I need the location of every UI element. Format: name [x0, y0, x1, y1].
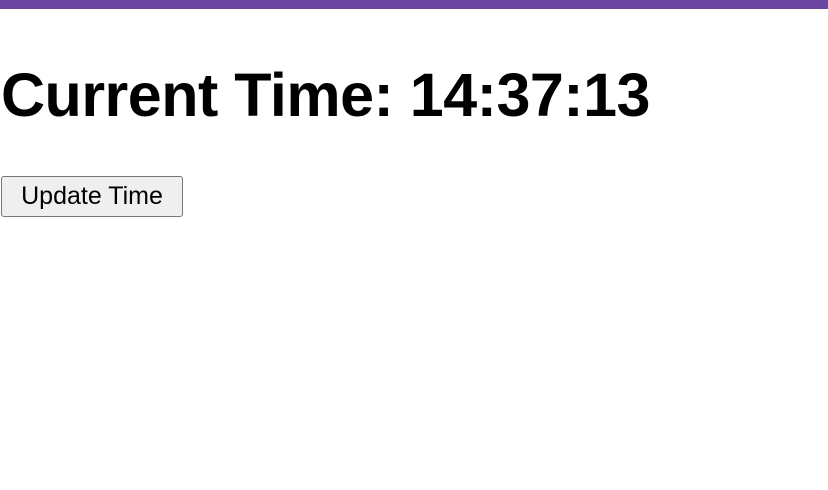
- current-time-value: 14:37:13: [409, 61, 651, 129]
- current-time-label: Current Time:: [1, 61, 394, 129]
- update-time-button[interactable]: Update Time: [1, 176, 183, 217]
- accent-top-bar: [0, 0, 828, 9]
- current-time-heading: Current Time: 14:37:13: [1, 60, 650, 130]
